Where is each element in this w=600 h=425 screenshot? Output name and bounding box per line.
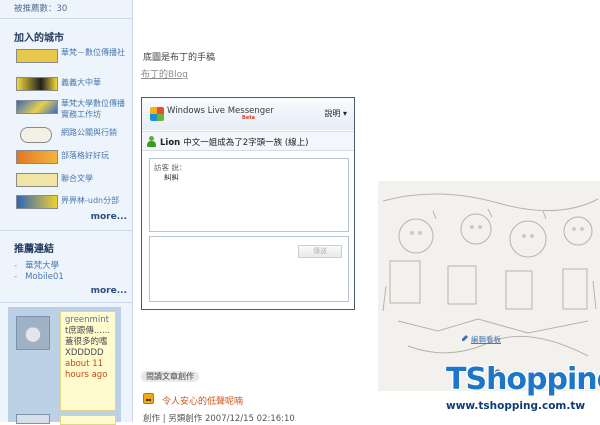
joined-cities-section: 加入的城市 華梵－數位傳播社 義義大中華 華梵大學數位傳播實務工作坊 網路公關與… — [0, 19, 133, 231]
sidebar: 被推薦數：30 加入的城市 華梵－數位傳播社 義義大中華 華梵大學數位傳播實務工… — [0, 0, 133, 425]
chat-message: 糾糾 — [164, 173, 179, 182]
post-caption: 底圖是布丁的手稿 — [143, 53, 216, 63]
help-menu[interactable]: 說明 ▾ — [324, 108, 347, 119]
push-count: 被推薦數：30 — [0, 0, 133, 19]
city-item[interactable]: 畀畀林-udn分部 — [14, 193, 130, 209]
city-item[interactable]: 網路公關與行銷 — [14, 125, 130, 143]
avatar[interactable] — [16, 316, 50, 350]
city-item[interactable]: 部落格好好玩 — [14, 148, 130, 164]
guestbook-author[interactable]: greenmint — [65, 315, 111, 326]
handwritten-sketch-image — [378, 181, 600, 391]
post-meta: 創作 | 另類創作 2007/12/15 02:16:10 — [143, 414, 295, 424]
links-section: 推薦連結 - 華梵大學 - Mobile01 more... — [0, 231, 133, 303]
city-badge-icon — [16, 49, 58, 63]
edit-board-link[interactable]: 編輯看板 — [471, 334, 501, 345]
watermark-url: www.tshopping.com.tw — [446, 400, 586, 412]
city-item[interactable]: 義義大中華 — [14, 75, 130, 91]
messenger-header: Windows Live Messenger Beta 說明 ▾ — [142, 98, 354, 130]
city-badge-icon — [16, 173, 58, 187]
avatar[interactable] — [16, 414, 50, 424]
links-more-link[interactable]: more... — [91, 286, 127, 296]
category-tag[interactable]: 閱讀文章創作 — [141, 371, 199, 382]
guestbook-panel: greenmint t庶跟傳......蓋很多的嗜XDDDDD about 11… — [8, 307, 121, 425]
city-badge-icon — [16, 77, 58, 91]
links-title: 推薦連結 — [14, 244, 54, 255]
chat-history: 訪客 說： 糾糾 — [149, 158, 349, 232]
contact-status-bar: Lion 中文一姐成為了2字頭一族 (線上) — [142, 131, 354, 151]
guestbook-time: about 11 hours ago — [65, 359, 108, 380]
city-badge-icon — [16, 100, 58, 114]
guestbook-text: t庶跟傳......蓋很多的嗜XDDDDD — [65, 326, 111, 358]
city-badge-icon — [16, 195, 58, 209]
contact-name: Lion — [160, 138, 181, 148]
smiley-post-icon — [143, 393, 154, 404]
watermark-brand: TShopping — [446, 362, 600, 397]
recommended-link[interactable]: - 華梵大學 — [14, 259, 59, 271]
city-badge-icon — [20, 127, 52, 143]
send-button[interactable]: 傳送 — [298, 245, 342, 258]
sketch-drawing — [382, 193, 599, 357]
guestbook-note: greenmint t庶跟傳......蓋很多的嗜XDDDDD about 11… — [60, 311, 116, 411]
recommended-link[interactable]: - Mobile01 — [14, 272, 64, 282]
windows-live-logo-icon — [150, 107, 164, 121]
messenger-title: Windows Live Messenger — [167, 106, 274, 116]
blog-link[interactable]: 布丁的Blog — [141, 67, 188, 80]
chat-input[interactable]: 傳送 — [149, 236, 349, 302]
guestbook-note — [60, 415, 116, 425]
city-badge-icon — [16, 150, 58, 164]
city-item[interactable]: 華梵－數位傳播社 — [14, 47, 130, 69]
post-title-link[interactable]: 令人安心的低聲呢喃 — [162, 394, 243, 407]
city-item[interactable]: 華梵大學數位傳播實務工作坊 — [14, 98, 130, 120]
city-item[interactable]: 聯合文學 — [14, 171, 130, 187]
online-person-icon — [147, 136, 156, 147]
cities-title: 加入的城市 — [14, 33, 64, 44]
contact-status: 中文一姐成為了2字頭一族 (線上) — [183, 138, 309, 148]
cities-more-link[interactable]: more... — [91, 212, 127, 222]
messenger-window: Windows Live Messenger Beta 說明 ▾ Lion 中文一… — [141, 97, 355, 310]
beta-label: Beta — [242, 115, 255, 121]
edit-board-icon[interactable] — [461, 334, 469, 342]
